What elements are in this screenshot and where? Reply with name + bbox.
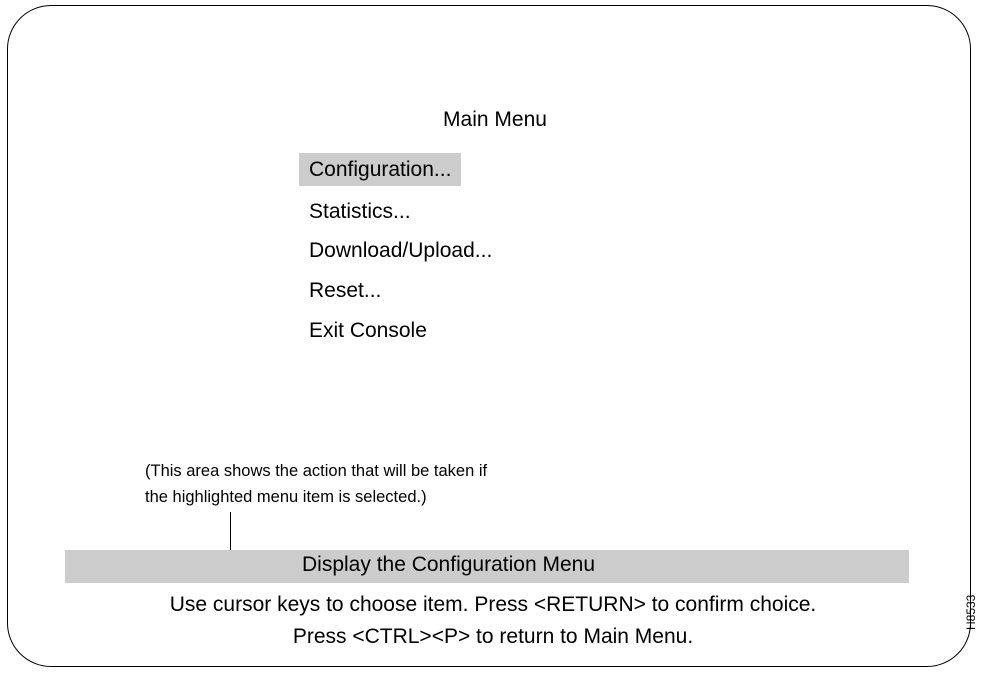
figure-id: H8533 [964, 594, 978, 630]
menu-item-exit-console[interactable]: Exit Console [299, 314, 437, 347]
menu-item-download-upload[interactable]: Download/Upload... [299, 234, 502, 267]
menu-item-reset[interactable]: Reset... [299, 274, 391, 307]
menu-title: Main Menu [443, 108, 547, 131]
action-note-line2: the highlighted menu item is selected.) [145, 488, 427, 506]
action-note-line1: (This area shows the action that will be… [145, 462, 488, 480]
status-action-text: Display the Configuration Menu [302, 553, 595, 576]
menu-item-statistics[interactable]: Statistics... [299, 195, 421, 228]
help-line-1: Use cursor keys to choose item. Press <R… [169, 593, 817, 616]
help-line-2: Press <CTRL><P> to return to Main Menu. [292, 625, 694, 648]
menu-item-configuration[interactable]: Configuration... [299, 153, 462, 186]
